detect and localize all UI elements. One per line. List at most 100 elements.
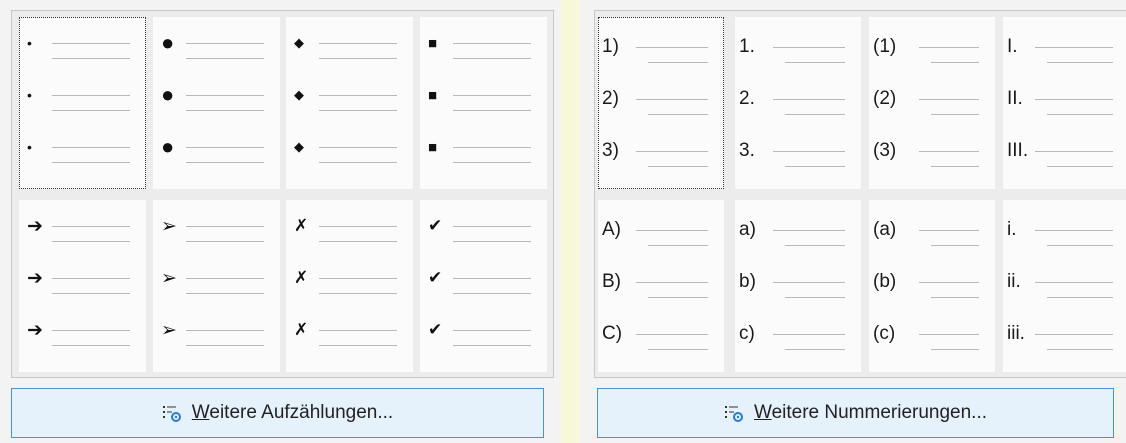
list-settings-icon [724,406,743,422]
preview-rule [186,241,264,242]
number-marker: I. [1007,36,1018,57]
preview-rule [648,349,708,350]
preview-line: ➔ [19,318,146,348]
preview-line: (2) [869,87,995,117]
number-marker: (c) [873,323,896,344]
preview-rule [648,297,708,298]
cross-bullet-icon: ✗ [294,268,309,287]
style-cell-checkmark-bullet[interactable]: ✔ ✔ ✔ [420,200,547,372]
number-marker: (b) [873,271,897,292]
preview-rule [919,334,979,335]
preview-line: • [19,83,146,113]
checkmark-bullet-icon: ✔ [428,216,443,235]
preview-rule [52,293,130,294]
numbering-panel: 1) 2) 3) 1. 2. 3. (1) (2) (3) I. II. III. A) B) C) a) b)… [580,0,1126,443]
preview-rule [319,345,397,346]
number-marker: (2) [873,88,897,109]
preview-rule [52,162,130,163]
style-cell-numbering-paren-number[interactable]: 1) 2) 3) [598,17,724,189]
preview-line: 1) [598,35,724,65]
number-marker: 1. [739,36,755,57]
preview-rule [1035,334,1113,335]
more-numbering-label: Weitere Nummerierungen... [753,402,988,423]
preview-line: I. [1003,35,1126,65]
style-cell-arrow-bullet[interactable]: ➔ ➔ ➔ [19,200,146,372]
preview-line: ● [153,134,280,165]
preview-line: ✗ [286,318,413,348]
style-cell-numbering-dot-number[interactable]: 1. 2. 3. [735,17,861,189]
preview-rule [785,114,845,115]
preview-rule [919,282,979,283]
preview-line: ✗ [286,266,413,296]
style-cell-numbering-lower-letter[interactable]: a) b) c) [735,200,861,372]
preview-rule [773,99,845,100]
preview-rule [773,282,845,283]
preview-rule [636,334,708,335]
number-marker: ii. [1007,271,1021,292]
arrow-bullet-icon: ➔ [27,267,43,289]
style-cell-arrowhead-bullet[interactable]: ➢ ➢ ➢ [153,200,280,372]
preview-rule [919,99,979,100]
style-cell-small-bullet[interactable]: • • • [19,17,146,189]
preview-rule [52,278,130,279]
square-bullet-icon: ■ [428,138,438,156]
preview-line: B) [598,270,724,300]
style-cell-numbering-lower-roman[interactable]: i. ii. iii. [1003,200,1126,372]
style-cell-large-bullet[interactable]: ● ● ● [153,17,280,189]
preview-rule [52,226,130,227]
style-cell-square-bullet[interactable]: ■ ■ ■ [420,17,547,189]
number-marker: III. [1007,140,1029,161]
style-cell-numbering-parens-lower-letter[interactable]: (a) (b) (c) [869,200,995,372]
preview-rule [52,58,130,59]
number-marker: (1) [873,36,897,57]
style-cell-numbering-parens-number[interactable]: (1) (2) (3) [869,17,995,189]
preview-rule [931,62,979,63]
preview-rule [319,95,397,96]
small-bullet-icon: • [27,139,32,155]
number-marker: i. [1007,219,1017,240]
preview-rule [785,62,845,63]
preview-line: 2. [735,87,861,117]
style-cell-numbering-upper-letter[interactable]: A) B) C) [598,200,724,372]
preview-line: b) [735,270,861,300]
diamond-bullet-icon: ◆ [294,139,304,154]
preview-rule [319,58,397,59]
preview-rule [931,166,979,167]
preview-rule [319,162,397,163]
preview-rule [773,230,845,231]
preview-rule [1047,349,1113,350]
number-marker: 1) [602,36,619,57]
square-bullet-icon: ■ [428,34,438,52]
style-cell-cross-bullet[interactable]: ✗ ✗ ✗ [286,200,413,372]
preview-rule [319,110,397,111]
preview-rule [186,147,264,148]
more-bullets-button[interactable]: Weitere Aufzählungen... [11,388,544,438]
number-marker: 2) [602,88,619,109]
number-marker: A) [602,219,621,240]
preview-line: ■ [420,31,547,61]
style-cell-diamond-bullet[interactable]: ◆ ◆ ◆ [286,17,413,189]
preview-line: (c) [869,322,995,352]
preview-line: ◆ [286,31,413,61]
more-numbering-button[interactable]: Weitere Nummerierungen... [597,388,1114,438]
preview-rule [785,245,845,246]
preview-line: a) [735,218,861,248]
preview-rule [648,245,708,246]
arrowhead-bullet-icon: ➢ [161,319,177,341]
more-bullets-label: Weitere Aufzählungen... [191,402,394,423]
preview-line: • [19,31,146,61]
preview-rule [636,47,708,48]
preview-line: ■ [420,83,547,113]
preview-rule [636,282,708,283]
preview-line: ✗ [286,214,413,244]
number-marker: 3. [739,140,755,161]
preview-line: III. [1003,139,1126,169]
numbering-style-grid: 1) 2) 3) 1. 2. 3. (1) (2) (3) I. II. III. A) B) C) a) b)… [594,10,1126,378]
preview-line: ◆ [286,83,413,113]
preview-rule [186,95,264,96]
style-cell-numbering-upper-roman[interactable]: I. II. III. [1003,17,1126,189]
preview-rule [773,47,845,48]
preview-rule [319,293,397,294]
preview-rule [453,241,531,242]
checkmark-bullet-icon: ✔ [428,320,443,339]
